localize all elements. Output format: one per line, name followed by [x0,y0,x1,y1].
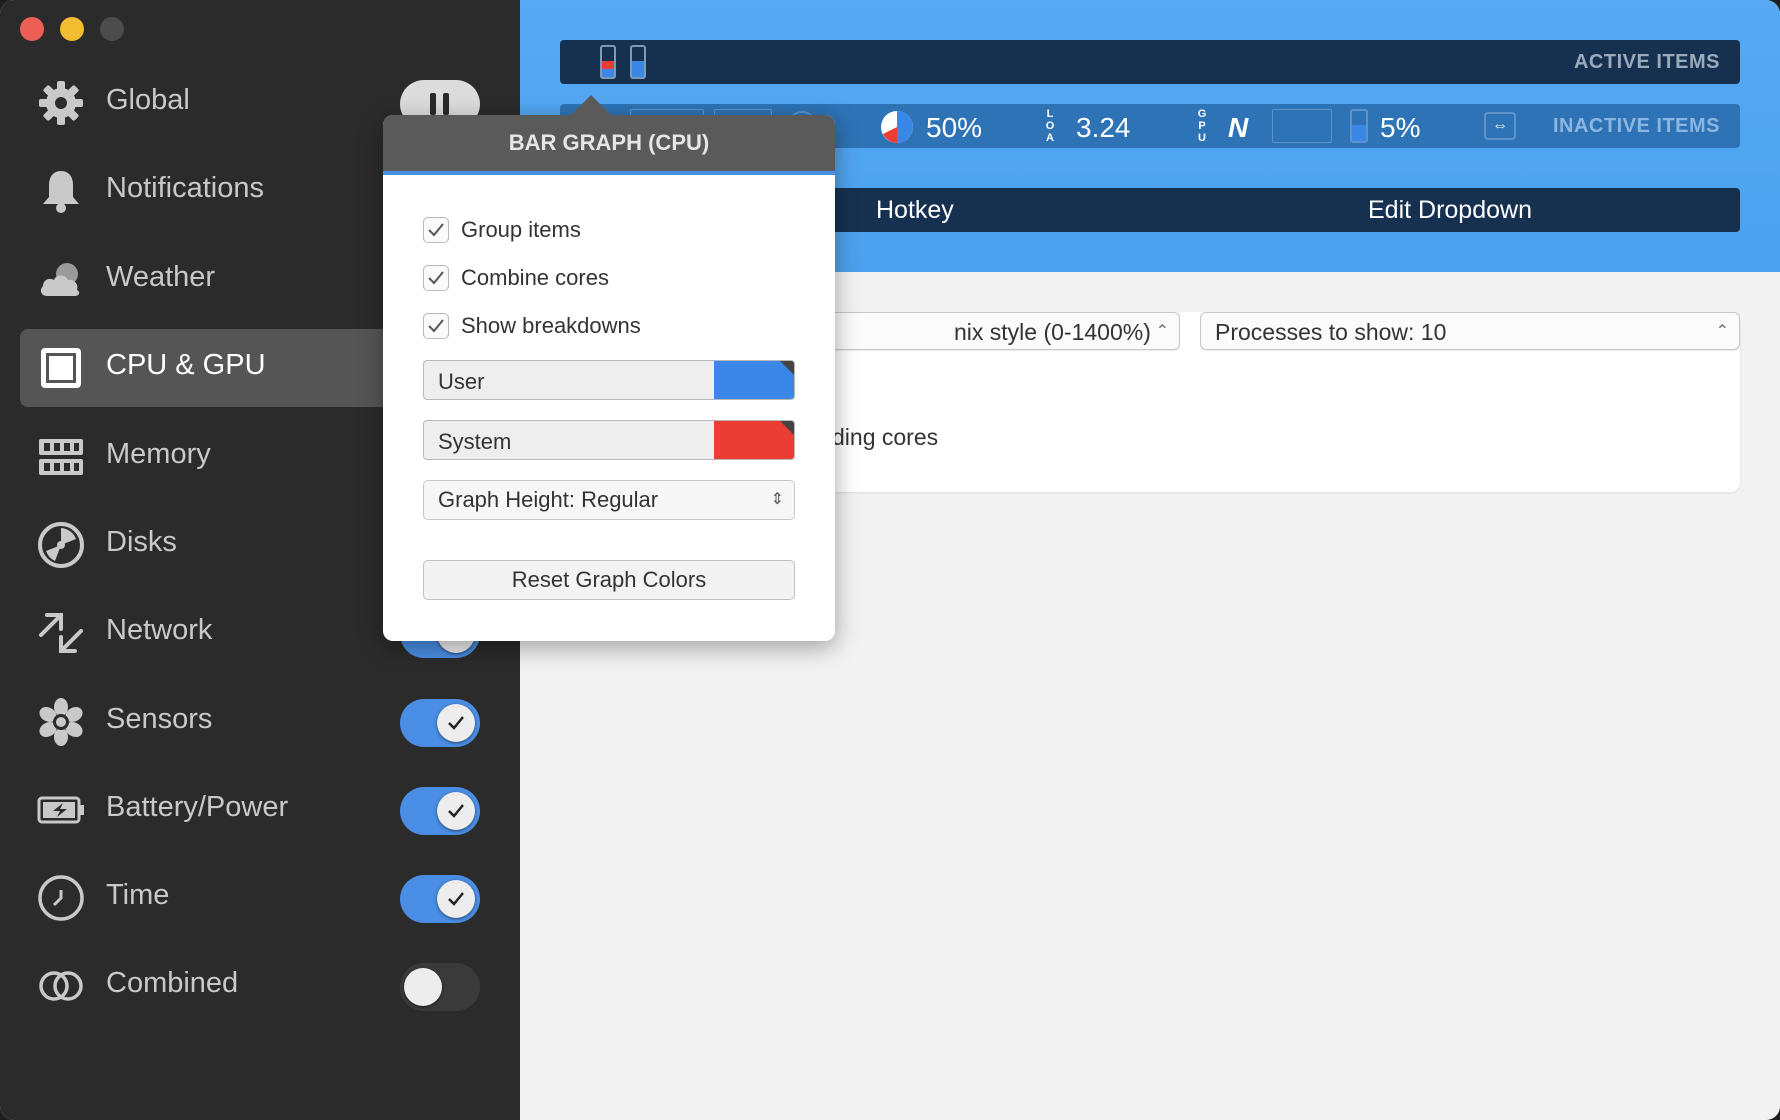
select-arrows-icon: ⇕ [770,491,784,508]
combined-toggle[interactable] [400,963,480,1011]
processes-to-show-select[interactable]: Processes to show: 10 ⌃ [1200,312,1740,350]
cpu-icon [37,344,85,392]
bar-graph-cpu-popover: BAR GRAPH (CPU) Group items Combine core… [383,95,835,641]
active-items-strip[interactable]: ACTIVE ITEMS [560,40,1740,84]
checkbox[interactable] [423,265,449,291]
sidebar-item-label: Network [106,614,213,646]
popover-title: BAR GRAPH (CPU) [383,115,835,175]
reset-graph-colors-button[interactable]: Reset Graph Colors [423,560,795,600]
user-color-swatch[interactable] [714,361,794,399]
cpu-percent-text: 50% [926,112,983,143]
sidebar-item-time[interactable]: Time [20,859,520,937]
checkbox[interactable] [423,313,449,339]
sidebar-item-label: Time [106,879,170,911]
disk-icon [37,521,85,569]
gpu-name-text: N [1228,112,1249,143]
system-color-well[interactable]: System [423,420,795,460]
battery-power-toggle[interactable] [400,787,480,835]
sidebar-item-label: Battery/Power [106,791,289,823]
bell-icon [37,167,85,215]
pause-icon [430,93,436,115]
sidebar-item-label: Sensors [106,703,213,735]
close-window-button[interactable] [20,17,44,41]
sidebar-item-battery-power[interactable]: Battery/Power [20,771,520,849]
sidebar-item-label: Global [106,84,190,116]
select-arrows-icon: ⌃ [1715,323,1729,340]
system-color-swatch[interactable] [714,421,794,459]
fan-icon [37,698,85,746]
app-window: Global Notifications Weather CPU & GPU M… [0,0,1780,1120]
load-vertical-label: LOA [1045,108,1055,144]
time-toggle[interactable] [400,875,480,923]
battery-icon [37,786,85,834]
cpu-pie-icon[interactable] [880,110,914,144]
sidebar-item-label: Memory [106,438,211,470]
sidebar-item-label: Combined [106,967,239,999]
gpu-graph-item[interactable] [1272,109,1332,143]
check-icon [428,223,444,237]
active-items-label: ACTIVE ITEMS [1573,51,1720,73]
load-value-text: 3.24 [1076,112,1131,143]
sidebar-item-sensors[interactable]: Sensors [20,683,520,761]
sidebar-item-label: CPU & GPU [106,349,266,381]
cloud-icon [37,256,85,304]
graph-height-select[interactable]: Graph Height: Regular ⇕ [423,480,795,520]
sidebar-item-combined[interactable]: Combined [20,947,520,1025]
user-color-well[interactable]: User [423,360,795,400]
clock-icon [37,874,85,922]
minimize-window-button[interactable] [60,17,84,41]
checkbox[interactable] [423,217,449,243]
gpu-bar-graph-item[interactable] [630,45,646,79]
inactive-items-label: INACTIVE ITEMS [1552,115,1720,137]
check-icon [448,716,464,730]
edit-dropdown-button[interactable]: Edit Dropdown [1160,188,1740,232]
sensors-toggle[interactable] [400,699,480,747]
sidebar-item-label: Notifications [106,172,264,204]
select-arrows-icon: ⌃ [1155,323,1169,340]
zoom-window-button[interactable] [100,17,124,41]
memory-icon [37,433,85,481]
popover-arrow [571,95,611,115]
cores-option-text: ding cores [832,424,939,450]
sidebar-item-label: Weather [106,261,216,293]
gear-icon [37,79,85,127]
expand-arrows-icon[interactable]: ⇔ [1484,112,1516,140]
sidebar-item-label: Disks [106,526,177,558]
gpu-bar-item[interactable] [1350,109,1368,143]
network-arrows-icon [37,609,85,657]
combined-rings-icon [37,962,85,1010]
gpu-vertical-label: GPU [1197,108,1207,144]
cpu-bar-graph-item[interactable] [600,45,616,79]
gpu-percent-text: 5% [1380,112,1421,143]
